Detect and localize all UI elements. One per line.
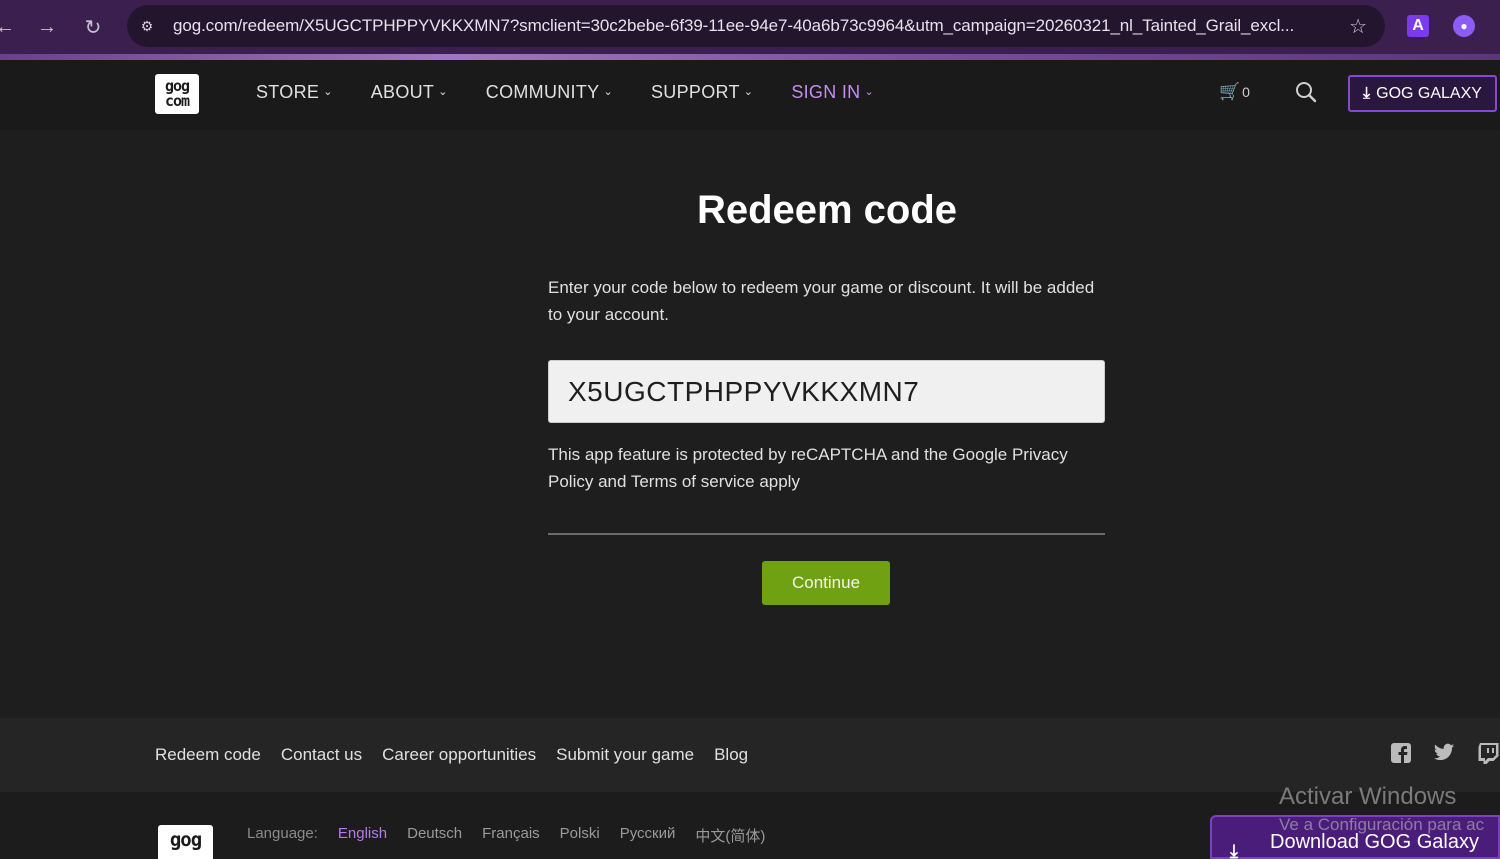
divider — [548, 533, 1105, 535]
nav-store-label: STORE — [256, 82, 320, 102]
nav-store[interactable]: STORE ⌄ — [256, 82, 333, 103]
nav-community[interactable]: COMMUNITY ⌄ — [486, 82, 613, 103]
footer-links-bar: Redeem code Contact us Career opportunit… — [0, 718, 1500, 792]
main-nav: STORE ⌄ ABOUT ⌄ COMMUNITY ⌄ SUPPORT ⌄ SIGN I… — [256, 82, 912, 103]
nav-sign-in-label: SIGN IN — [791, 82, 861, 102]
footer-link-contact-us[interactable]: Contact us — [281, 745, 362, 765]
nav-support-label: SUPPORT — [651, 82, 740, 102]
language-label: Language: — [247, 825, 318, 842]
browser-toolbar: ← → ↻ ⚙ gog.com/redeem/X5UGCTPHPPYVKKXMN… — [0, 0, 1500, 54]
footer-link-careers[interactable]: Career opportunities — [382, 745, 536, 765]
page-title: Redeem code — [696, 188, 958, 232]
footer-links: Redeem code Contact us Career opportunit… — [155, 745, 768, 765]
chevron-down-icon: ⌄ — [864, 86, 874, 98]
redeem-code-input[interactable] — [548, 360, 1105, 423]
cart-count: 0 — [1242, 84, 1250, 100]
logo-bottom-text: com — [164, 92, 190, 110]
chevron-down-icon: ⌄ — [438, 86, 448, 98]
nav-community-label: COMMUNITY — [485, 82, 600, 102]
twitter-icon[interactable] — [1433, 742, 1455, 764]
forward-icon[interactable]: → — [32, 12, 62, 42]
site-settings-icon[interactable]: ⚙ — [137, 16, 157, 36]
extension-b-icon[interactable]: ● — [1453, 15, 1475, 37]
gog-galaxy-label: GOG GALAXY — [1376, 84, 1482, 102]
activate-windows-title: Activar Windows — [1279, 783, 1457, 810]
recaptcha-notice: This app feature is protected by reCAPTC… — [548, 445, 1068, 491]
gog-galaxy-button[interactable]: ⤓ GOG GALAXY — [1348, 75, 1497, 112]
footer-link-submit-game[interactable]: Submit your game — [556, 745, 694, 765]
site-header: gog com STORE ⌄ ABOUT ⌄ COMMUNITY ⌄ SUPPORT… — [0, 60, 1500, 130]
nav-about-label: ABOUT — [370, 82, 435, 102]
cart-button[interactable]: 🛒 0 — [1219, 82, 1250, 102]
reload-icon[interactable]: ↻ — [78, 12, 108, 42]
nav-about[interactable]: ABOUT ⌄ — [371, 82, 448, 103]
gog-logo[interactable]: gog com — [155, 74, 199, 114]
footer-gog-logo[interactable]: gog — [158, 825, 213, 859]
language-chinese[interactable]: 中文(简体) — [695, 825, 765, 846]
language-russian[interactable]: Русский — [620, 825, 676, 846]
bookmark-star-icon[interactable]: ☆ — [1349, 14, 1367, 39]
facebook-icon[interactable] — [1390, 742, 1412, 764]
download-icon: ⤓ — [1363, 84, 1371, 102]
nav-sign-in[interactable]: SIGN IN ⌄ — [791, 82, 874, 103]
nav-support[interactable]: SUPPORT ⌄ — [651, 82, 753, 103]
intro-text: Enter your code below to redeem your gam… — [548, 278, 1095, 324]
twitch-icon[interactable] — [1477, 742, 1499, 764]
address-bar[interactable]: ⚙ gog.com/redeem/X5UGCTPHPPYVKKXMN7?smcl… — [127, 5, 1385, 47]
language-english[interactable]: English — [338, 825, 387, 846]
language-selector: Language: English Deutsch Français Polsk… — [247, 825, 785, 846]
chevron-down-icon: ⌄ — [603, 86, 613, 98]
url-text[interactable]: gog.com/redeem/X5UGCTPHPPYVKKXMN7?smclie… — [173, 16, 1343, 36]
footer-link-blog[interactable]: Blog — [714, 745, 748, 765]
download-icon: ⤓ — [1230, 841, 1238, 859]
chevron-down-icon: ⌄ — [743, 86, 754, 98]
footer-link-redeem-code[interactable]: Redeem code — [155, 745, 261, 765]
language-deutsch[interactable]: Deutsch — [407, 825, 462, 846]
extension-a-icon[interactable]: A — [1407, 15, 1429, 37]
activate-windows-subtitle: Ve a Configuración para ac — [1279, 815, 1485, 834]
chevron-down-icon: ⌄ — [323, 86, 333, 98]
cart-icon: 🛒 — [1219, 82, 1241, 101]
language-polski[interactable]: Polski — [560, 825, 600, 846]
continue-button[interactable]: Continue — [762, 561, 890, 605]
language-francais[interactable]: Français — [482, 825, 540, 846]
back-icon[interactable]: ← — [0, 12, 20, 42]
search-icon[interactable] — [1294, 80, 1318, 104]
